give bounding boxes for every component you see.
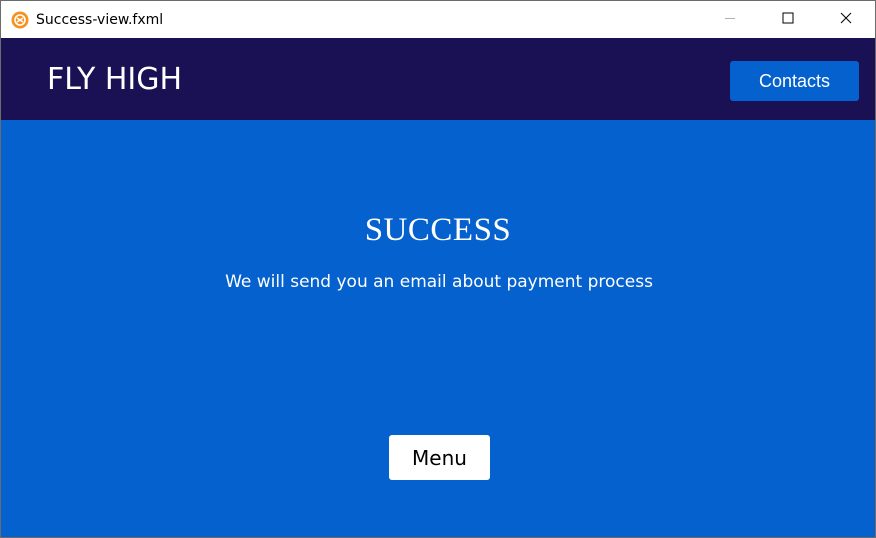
javafx-app-icon: [10, 10, 30, 30]
close-button[interactable]: [817, 1, 875, 38]
window-title: Success-view.fxml: [36, 11, 164, 28]
contacts-button[interactable]: Contacts: [730, 61, 859, 101]
success-message: We will send you an email about payment …: [225, 272, 653, 292]
minimize-button[interactable]: [701, 1, 759, 38]
maximize-icon: [782, 11, 794, 29]
menu-button[interactable]: Menu: [389, 435, 490, 480]
minimize-icon: [724, 11, 736, 29]
app-header: FLY HIGH Contacts: [1, 38, 875, 120]
brand-logo-text: FLY HIGH: [47, 62, 183, 97]
title-bar[interactable]: Success-view.fxml: [1, 1, 875, 38]
maximize-button[interactable]: [759, 1, 817, 38]
close-icon: [840, 11, 852, 29]
success-panel: SUCCESS We will send you an email about …: [1, 120, 875, 537]
window-controls: [701, 1, 875, 38]
app-window: Success-view.fxml FLY HIGH Contacts SUCC…: [0, 0, 876, 538]
success-heading: SUCCESS: [364, 212, 512, 248]
